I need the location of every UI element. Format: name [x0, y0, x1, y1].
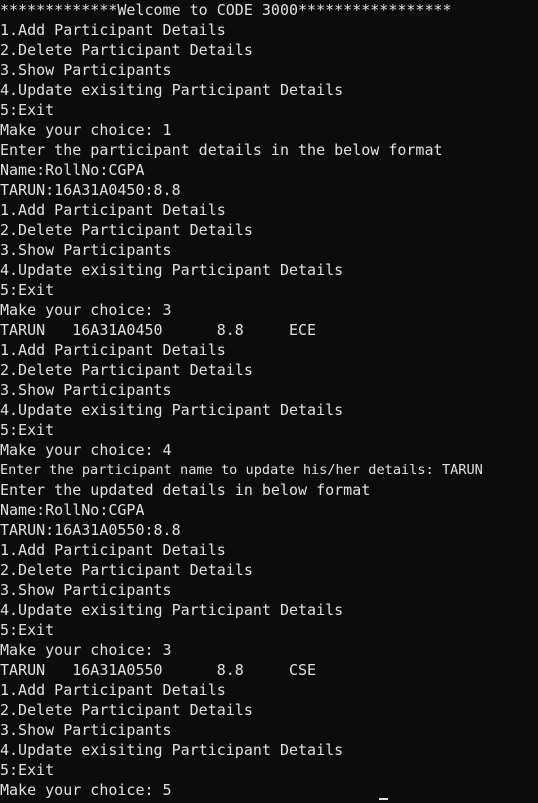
console-line: Make your choice: 3 [0, 641, 172, 659]
console-line: 4.Update exisiting Participant Details [0, 401, 344, 419]
console-line: Enter the participant name to update his… [0, 462, 483, 478]
console-line: 4.Update exisiting Participant Details [0, 741, 344, 759]
console-line: 2.Delete Participant Details [0, 41, 253, 59]
console-line: *************Welcome to CODE 3000*******… [0, 1, 452, 19]
console-line: Make your choice: 1 [0, 121, 172, 139]
console-line: 1.Add Participant Details [0, 201, 226, 219]
console-line: Make your choice: 4 [0, 441, 172, 459]
console-line: 3.Show Participants [0, 381, 172, 399]
console-line: 2.Delete Participant Details [0, 701, 253, 719]
console-line: 1.Add Participant Details [0, 681, 226, 699]
console-line: 5:Exit [0, 101, 55, 119]
text-cursor [379, 798, 388, 800]
console-line: Make your choice: 5 [0, 781, 172, 799]
console-line: 3.Show Participants [0, 721, 172, 739]
console-line: 5:Exit [0, 281, 55, 299]
console-line: TARUN:16A31A0450:8.8 [0, 181, 181, 199]
console-line: 5:Exit [0, 761, 55, 779]
console-line: 3.Show Participants [0, 61, 172, 79]
console-line: 4.Update exisiting Participant Details [0, 601, 344, 619]
console-line: 4.Update exisiting Participant Details [0, 81, 344, 99]
console-line: 3.Show Participants [0, 581, 172, 599]
console-line: 1.Add Participant Details [0, 21, 226, 39]
console-line: Name:RollNo:CGPA [0, 161, 145, 179]
console-line: 2.Delete Participant Details [0, 361, 253, 379]
console-line: 2.Delete Participant Details [0, 561, 253, 579]
console-line: 5:Exit [0, 621, 55, 639]
console-line: 2.Delete Participant Details [0, 221, 253, 239]
console-line: TARUN 16A31A0450 8.8 ECE [0, 321, 317, 339]
console-line: Enter the updated details in below forma… [0, 481, 371, 499]
console-line: 1.Add Participant Details [0, 541, 226, 559]
console-line: 5:Exit [0, 421, 55, 439]
console-output: *************Welcome to CODE 3000*******… [0, 0, 538, 803]
console-line: Make your choice: 3 [0, 301, 172, 319]
console-line: 3.Show Participants [0, 241, 172, 259]
console-line: Name:RollNo:CGPA [0, 501, 145, 519]
console-line: 4.Update exisiting Participant Details [0, 261, 344, 279]
console-line: Enter the participant details in the bel… [0, 141, 443, 159]
console-line: TARUN:16A31A0550:8.8 [0, 521, 181, 539]
console-line: 1.Add Participant Details [0, 341, 226, 359]
console-line: TARUN 16A31A0550 8.8 CSE [0, 661, 317, 679]
